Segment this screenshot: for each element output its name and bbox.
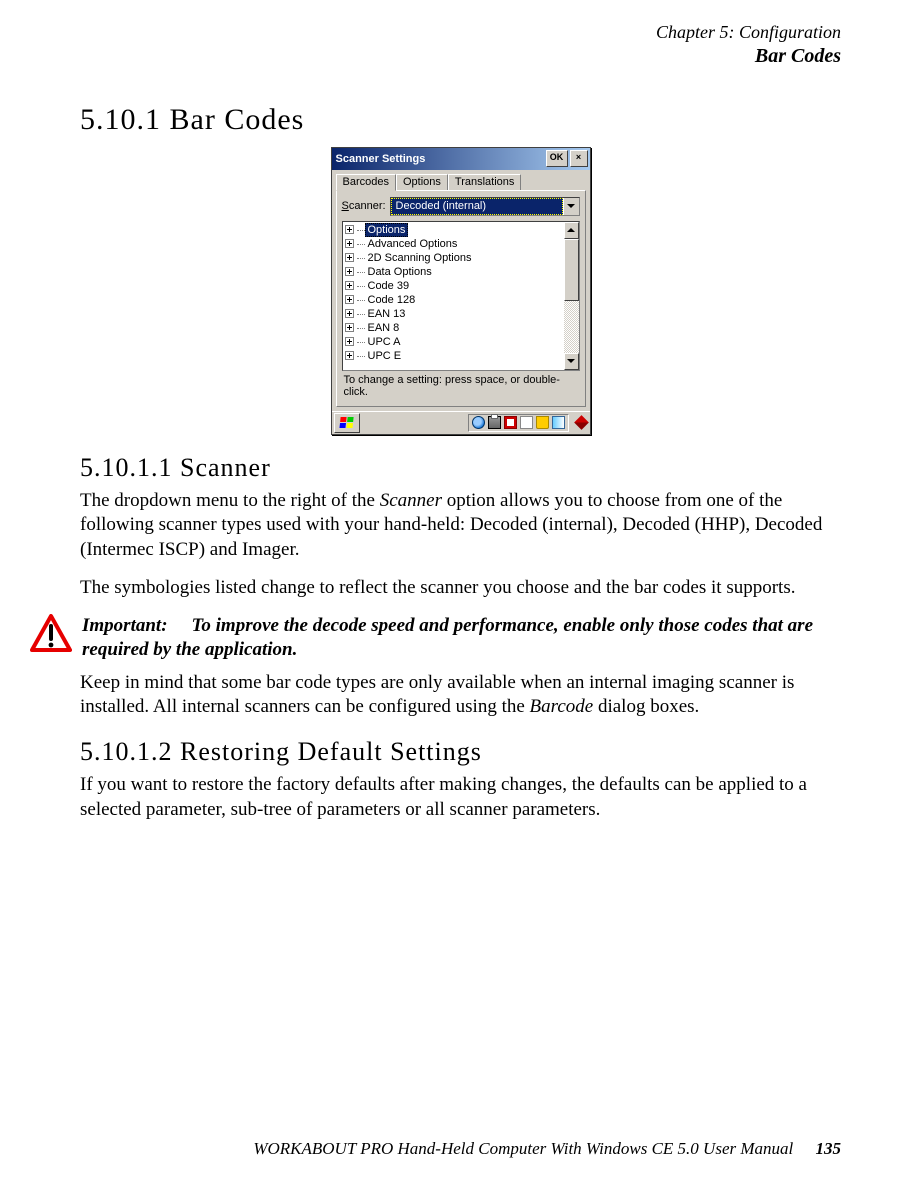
important-label: Important: (82, 615, 168, 636)
printer-icon[interactable] (488, 416, 501, 429)
expand-icon[interactable] (345, 253, 354, 262)
paragraph-scanner-3: Keep in mind that some bar code types ar… (80, 671, 841, 720)
dropdown-arrow-icon[interactable] (563, 198, 579, 215)
scroll-down-icon[interactable] (564, 353, 579, 370)
close-button[interactable]: × (570, 150, 588, 167)
display-icon[interactable] (504, 416, 517, 429)
lock-icon[interactable] (536, 416, 549, 429)
schedule-icon[interactable] (552, 416, 565, 429)
paragraph-scanner-1: The dropdown menu to the right of the Sc… (80, 489, 841, 562)
scanner-settings-window: Scanner Settings OK × Barcodes Options T… (331, 147, 591, 435)
manual-page: Chapter 5: Configuration Bar Codes 5.10.… (0, 0, 921, 1197)
heading-5-10-1: 5.10.1 Bar Codes (80, 103, 841, 137)
expand-icon[interactable] (345, 267, 354, 276)
card-icon[interactable] (520, 416, 533, 429)
tree-item-advanced-options[interactable]: Advanced Options (345, 237, 564, 251)
page-footer: WORKABOUT PRO Hand-Held Computer With Wi… (253, 1139, 841, 1159)
ok-button[interactable]: OK (546, 150, 568, 167)
tree-item-2d-scanning[interactable]: 2D Scanning Options (345, 251, 564, 265)
tab-panel-barcodes: Scanner: Decoded (internal) Options Adva… (336, 190, 586, 407)
start-button[interactable] (334, 413, 360, 433)
window-titlebar[interactable]: Scanner Settings OK × (332, 148, 590, 170)
scroll-thumb[interactable] (564, 239, 579, 301)
tab-translations[interactable]: Translations (448, 174, 522, 190)
page-number: 135 (816, 1139, 842, 1158)
expand-icon[interactable] (345, 337, 354, 346)
footer-text: WORKABOUT PRO Hand-Held Computer With Wi… (253, 1139, 793, 1158)
tree-item-code128[interactable]: Code 128 (345, 293, 564, 307)
tree-item-ean8[interactable]: EAN 8 (345, 321, 564, 335)
expand-icon[interactable] (345, 309, 354, 318)
important-note: Important:To improve the decode speed an… (30, 614, 841, 663)
expand-icon[interactable] (345, 239, 354, 248)
paragraph-scanner-2: The symbologies listed change to reflect… (80, 576, 841, 600)
screenshot-figure: Scanner Settings OK × Barcodes Options T… (80, 147, 841, 435)
scroll-up-icon[interactable] (564, 222, 579, 239)
expand-icon[interactable] (345, 351, 354, 360)
window-title: Scanner Settings (336, 153, 426, 165)
taskbar (332, 411, 590, 434)
tree-item-ean13[interactable]: EAN 13 (345, 307, 564, 321)
tree-scrollbar[interactable] (564, 222, 579, 370)
hint-text: To change a setting: press space, or dou… (342, 371, 580, 401)
tree-item-code39[interactable]: Code 39 (345, 279, 564, 293)
expand-icon[interactable] (345, 225, 354, 234)
scanner-selected-value: Decoded (internal) (391, 198, 563, 215)
expand-icon[interactable] (345, 295, 354, 304)
scanner-row: Scanner: Decoded (internal) (342, 197, 580, 216)
tab-barcodes[interactable]: Barcodes (336, 174, 396, 191)
paragraph-restore: If you want to restore the factory defau… (80, 773, 841, 822)
page-header: Chapter 5: Configuration Bar Codes (80, 22, 841, 68)
tab-options[interactable]: Options (396, 174, 448, 190)
tree-item-upca[interactable]: UPC A (345, 335, 564, 349)
tree-item-upce[interactable]: UPC E (345, 349, 564, 363)
scanner-label: Scanner: (342, 200, 386, 212)
tree-item-data-options[interactable]: Data Options (345, 265, 564, 279)
network-icon[interactable] (472, 416, 485, 429)
stylus-icon[interactable] (574, 416, 589, 431)
section-line: Bar Codes (80, 44, 841, 68)
heading-5-10-1-1: 5.10.1.1 Scanner (80, 453, 841, 483)
system-tray (468, 414, 569, 432)
windows-flag-icon (339, 417, 354, 429)
heading-5-10-1-2: 5.10.1.2 Restoring Default Settings (80, 737, 841, 767)
scanner-dropdown[interactable]: Decoded (internal) (390, 197, 580, 216)
scroll-track[interactable] (564, 239, 579, 353)
important-body: To improve the decode speed and performa… (82, 615, 813, 660)
tree-container: Options Advanced Options 2D Scanning Opt… (342, 221, 580, 371)
symbology-tree[interactable]: Options Advanced Options 2D Scanning Opt… (343, 222, 564, 370)
chapter-line: Chapter 5: Configuration (80, 22, 841, 44)
important-text: Important:To improve the decode speed an… (82, 614, 841, 663)
tree-item-options[interactable]: Options (345, 223, 564, 237)
expand-icon[interactable] (345, 281, 354, 290)
warning-icon (30, 614, 72, 652)
expand-icon[interactable] (345, 323, 354, 332)
tab-strip: Barcodes Options Translations (332, 170, 590, 190)
